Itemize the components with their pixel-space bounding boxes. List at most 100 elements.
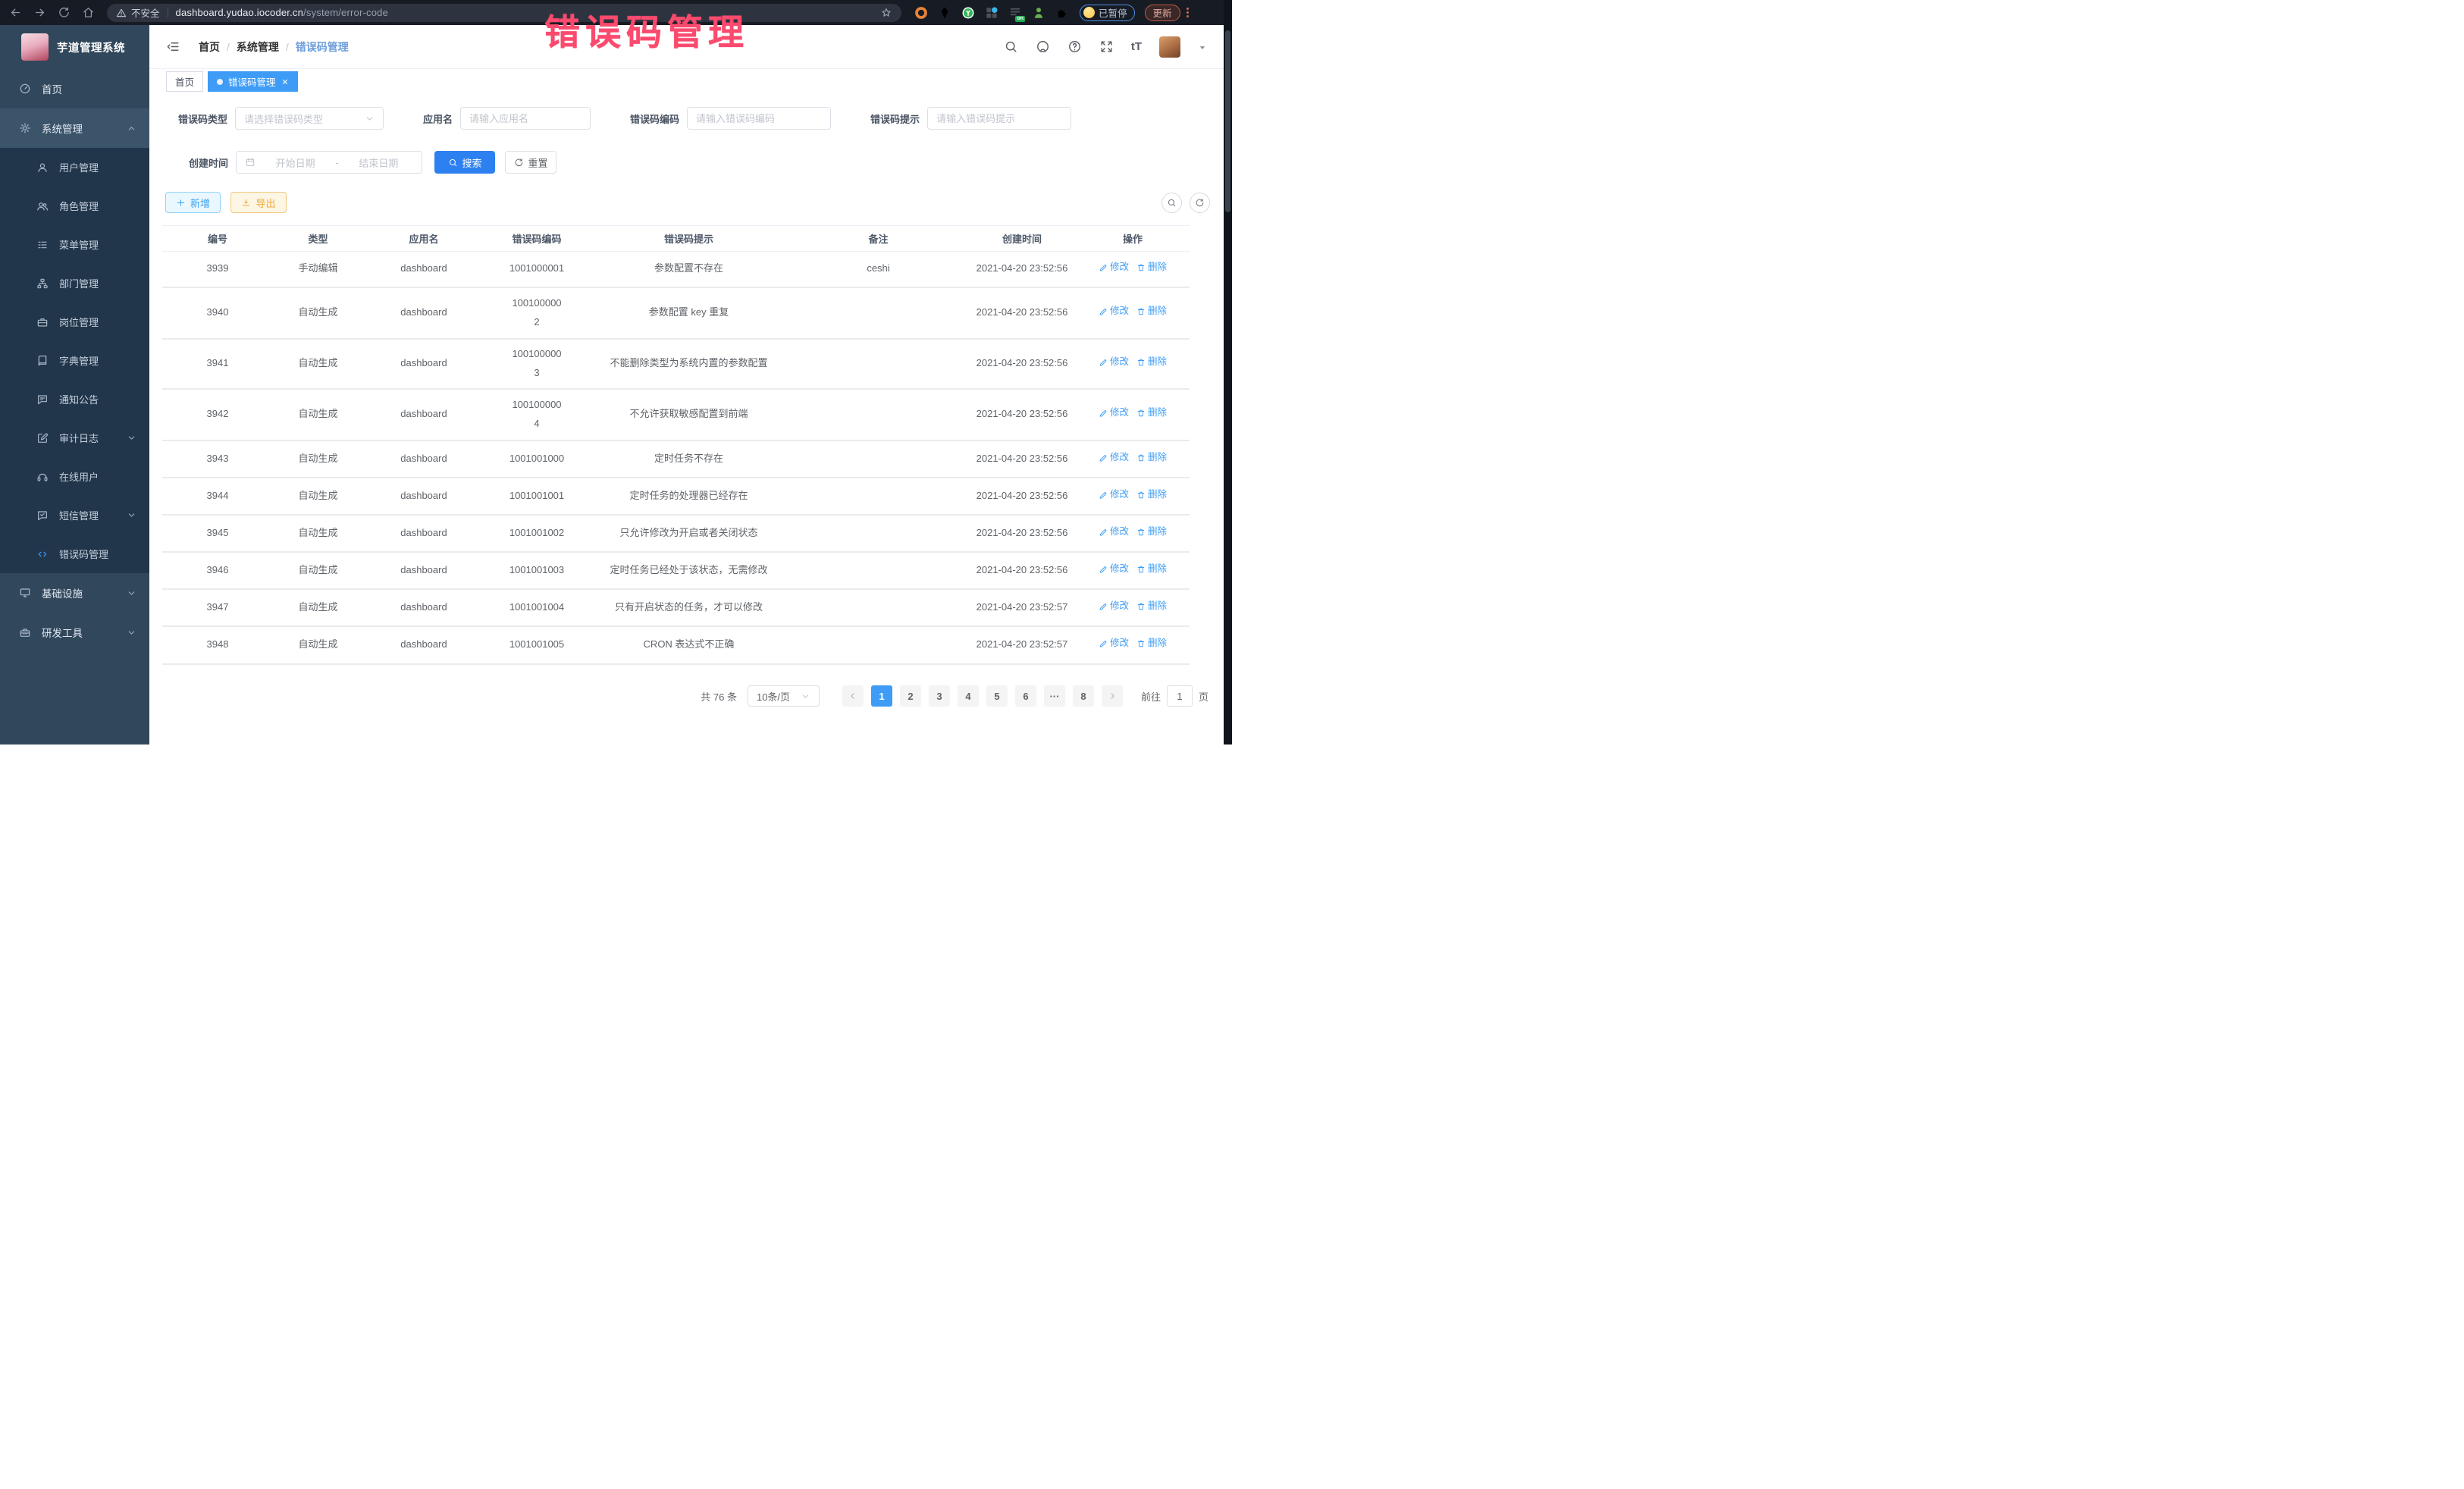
sidebar-item-role-management[interactable]: 角色管理	[0, 187, 149, 225]
error-msg-field[interactable]	[927, 107, 1071, 130]
menu-fold-icon[interactable]	[166, 39, 180, 54]
paused-label: 已暂停	[1099, 5, 1127, 20]
tab-home[interactable]: 首页	[166, 71, 203, 92]
font-size-icon[interactable]: tT	[1131, 40, 1142, 53]
sidebar-item-error-code-management[interactable]: 错误码管理	[0, 534, 149, 573]
edit-link[interactable]: 修改	[1099, 449, 1129, 467]
page-button-2[interactable]: 2	[900, 685, 921, 707]
edit-link[interactable]: 修改	[1099, 259, 1129, 277]
date-range-picker[interactable]: 开始日期 - 结束日期	[236, 151, 422, 174]
app-name-input[interactable]	[469, 113, 582, 124]
sidebar-item-online-users[interactable]: 在线用户	[0, 457, 149, 496]
sidebar-item-department-management[interactable]: 部门管理	[0, 264, 149, 303]
user-avatar[interactable]	[1159, 36, 1180, 58]
sidebar-item-infrastructure[interactable]: 基础设施	[0, 573, 149, 613]
cell-actions: 修改删除	[1076, 339, 1190, 389]
error-type-select[interactable]: 请选择错误码类型	[235, 107, 384, 130]
search-icon[interactable]	[1004, 39, 1018, 54]
extension-puzzle-icon[interactable]	[1055, 6, 1069, 20]
page-button-3[interactable]: 3	[929, 685, 950, 707]
page-button-5[interactable]: 5	[986, 685, 1008, 707]
sidebar-item-announcement[interactable]: 通知公告	[0, 380, 149, 418]
extension-green-circle-icon[interactable]	[961, 6, 975, 20]
search-button[interactable]: 搜索	[434, 151, 495, 174]
bookmark-star-icon[interactable]	[880, 7, 892, 19]
address-bar[interactable]: 不安全 dashboard.yudao.iocoder.cn/system/er…	[107, 4, 901, 22]
caret-down-icon[interactable]	[1198, 42, 1207, 52]
delete-link[interactable]: 删除	[1136, 259, 1167, 277]
page-button-6[interactable]: 6	[1015, 685, 1036, 707]
extension-tabs-list-icon[interactable]: on	[1008, 6, 1022, 20]
home-icon[interactable]	[82, 6, 95, 19]
help-icon[interactable]	[1067, 39, 1082, 54]
scrollbar-thumb[interactable]	[1225, 30, 1230, 212]
edit-link[interactable]: 修改	[1099, 486, 1129, 504]
edit-link[interactable]: 修改	[1099, 353, 1129, 371]
browser-scrollbar[interactable]	[1224, 0, 1232, 744]
sidebar-item-home[interactable]: 首页	[0, 69, 149, 108]
sidebar-item-menu-management[interactable]: 菜单管理	[0, 225, 149, 264]
security-chip[interactable]: 不安全	[116, 5, 160, 20]
sidebar-item-dictionary-management[interactable]: 字典管理	[0, 341, 149, 380]
sidebar-item-label: 角色管理	[59, 199, 99, 213]
delete-link[interactable]: 删除	[1136, 353, 1167, 371]
page-size-select[interactable]: 10条/页	[748, 685, 820, 707]
prev-page-button[interactable]	[842, 685, 864, 707]
next-page-button[interactable]	[1102, 685, 1123, 707]
sidebar-item-system-management[interactable]: 系统管理	[0, 108, 149, 148]
edit-link[interactable]: 修改	[1099, 303, 1129, 321]
profile-paused-pill[interactable]: 已暂停	[1080, 5, 1135, 21]
page-button-1[interactable]: 1	[871, 685, 892, 707]
edit-link[interactable]: 修改	[1099, 635, 1129, 653]
edit-link[interactable]: 修改	[1099, 597, 1129, 616]
sidebar-item-label: 部门管理	[59, 276, 99, 290]
error-code-field[interactable]	[687, 107, 831, 130]
cell-actions: 修改删除	[1076, 626, 1190, 664]
github-icon[interactable]	[1036, 39, 1050, 54]
update-button[interactable]: 更新	[1145, 5, 1180, 21]
edit-link[interactable]: 修改	[1099, 404, 1129, 422]
tab-error-code[interactable]: 错误码管理	[208, 71, 298, 92]
extension-green-figure-icon[interactable]	[1032, 6, 1045, 20]
page-button-8[interactable]: 8	[1073, 685, 1094, 707]
extension-orange-ring-icon[interactable]	[914, 6, 928, 20]
sidebar-item-user-management[interactable]: 用户管理	[0, 148, 149, 187]
delete-link[interactable]: 删除	[1136, 560, 1167, 578]
sidebar-item-devtools[interactable]: 研发工具	[0, 613, 149, 652]
browser-menu-icon[interactable]	[1187, 8, 1189, 17]
app-name-field[interactable]	[460, 107, 591, 130]
delete-link[interactable]: 删除	[1136, 303, 1167, 321]
page-button-4[interactable]: 4	[958, 685, 979, 707]
reset-button[interactable]: 重置	[505, 151, 556, 174]
error-msg-input[interactable]	[936, 113, 1062, 124]
sidebar-item-audit-log[interactable]: 审计日志	[0, 418, 149, 457]
export-button[interactable]: 导出	[230, 192, 287, 213]
goto-page-input[interactable]	[1167, 685, 1193, 707]
toggle-search-icon[interactable]	[1161, 193, 1182, 213]
error-code-input[interactable]	[696, 113, 822, 124]
delete-link[interactable]: 删除	[1136, 449, 1167, 467]
extension-blue-gem-icon[interactable]	[938, 6, 951, 20]
app-logo[interactable]: 芋道管理系统	[0, 25, 149, 69]
back-icon[interactable]	[9, 6, 22, 19]
forward-icon[interactable]	[33, 6, 46, 19]
sidebar-item-sms-management[interactable]: 短信管理	[0, 496, 149, 534]
sidebar-item-post-management[interactable]: 岗位管理	[0, 303, 149, 341]
refresh-table-icon[interactable]	[1190, 193, 1210, 213]
edit-icon	[1099, 565, 1108, 574]
delete-link[interactable]: 删除	[1136, 635, 1167, 653]
close-icon[interactable]	[281, 78, 289, 86]
add-button[interactable]: 新增	[165, 192, 221, 213]
more-pages-button[interactable]: ···	[1044, 685, 1065, 707]
edit-link[interactable]: 修改	[1099, 523, 1129, 541]
fullscreen-icon[interactable]	[1099, 39, 1114, 54]
delete-link[interactable]: 删除	[1136, 523, 1167, 541]
extension-grid-icon[interactable]	[985, 6, 998, 20]
breadcrumb-system[interactable]: 系统管理	[237, 39, 279, 55]
delete-link[interactable]: 删除	[1136, 404, 1167, 422]
delete-link[interactable]: 删除	[1136, 486, 1167, 504]
edit-link[interactable]: 修改	[1099, 560, 1129, 578]
reload-icon[interactable]	[58, 6, 71, 19]
breadcrumb-home[interactable]: 首页	[199, 39, 220, 55]
delete-link[interactable]: 删除	[1136, 597, 1167, 616]
